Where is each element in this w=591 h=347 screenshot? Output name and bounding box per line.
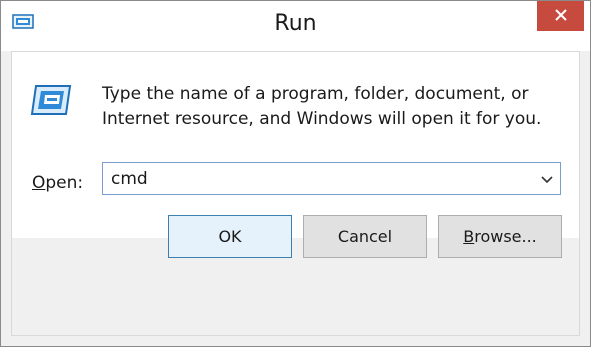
cancel-button[interactable]: Cancel [303, 215, 427, 258]
browse-button-label: Browse... [463, 227, 537, 246]
title-bar[interactable]: Run [1, 1, 590, 51]
browse-mnemonic: B [463, 227, 475, 246]
description-line-1: Type the name of a program, folder, docu… [102, 84, 529, 104]
description-line-2: Internet resource, and Windows will open… [102, 109, 542, 129]
open-label-text: pen: [45, 173, 84, 193]
dialog-description: Type the name of a program, folder, docu… [102, 82, 552, 132]
ok-button[interactable]: OK [168, 215, 292, 258]
combo-dropdown-button[interactable] [534, 163, 560, 194]
open-label-mnemonic: O [32, 173, 46, 193]
open-combobox[interactable] [102, 162, 561, 195]
run-program-icon [28, 82, 74, 118]
close-button[interactable] [537, 1, 584, 31]
window-title: Run [274, 11, 317, 36]
cancel-button-label: Cancel [337, 227, 393, 246]
browse-button[interactable]: Browse... [438, 215, 562, 258]
chevron-down-icon [541, 169, 553, 188]
open-input[interactable] [103, 163, 523, 194]
dialog-body: Type the name of a program, folder, docu… [11, 51, 580, 336]
browse-text: rowse... [474, 227, 537, 246]
content-area: Type the name of a program, folder, docu… [12, 52, 579, 238]
close-icon [554, 7, 568, 26]
open-label: Open: [32, 173, 83, 193]
run-dialog: Run Type the name of a program, folder, … [0, 0, 591, 347]
ok-button-label: OK [218, 227, 242, 246]
